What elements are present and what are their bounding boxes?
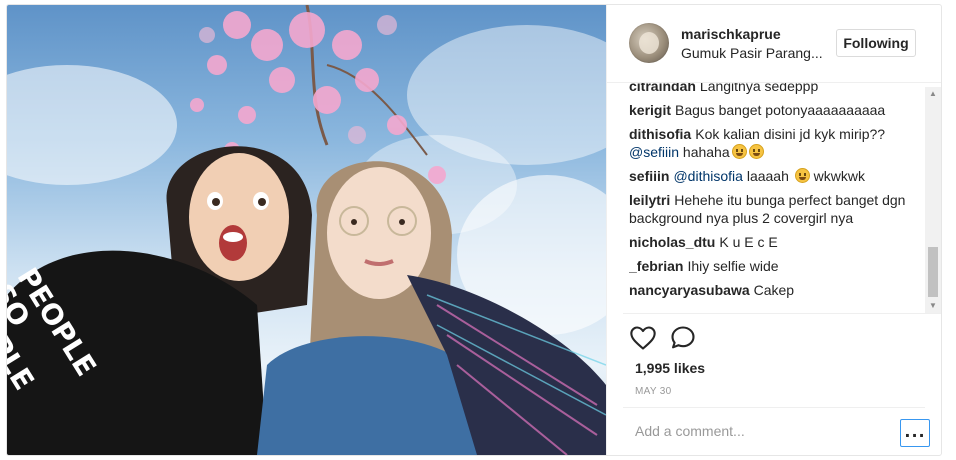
laughing-emoji-icon [794,168,810,183]
comment-item: nancyaryasubawa Cakep [629,281,925,299]
scroll-up-arrow-icon[interactable]: ▲ [925,87,941,101]
scroll-thumb[interactable] [928,247,938,297]
comment-text: Ihiy selfie wide [687,258,779,274]
comment-mention[interactable]: @sefiiin [629,144,679,160]
comment-text: laaaah [746,168,789,184]
likes-count[interactable]: 1,995 likes [635,360,705,376]
post-sidebar: marischkaprue Gumuk Pasir Parang... Foll… [606,5,941,455]
comment-item: dithisofia Kok kalian disini jd kyk mirip… [629,125,925,161]
add-comment-input[interactable] [635,420,875,442]
comment-username[interactable]: dithisofia [629,126,691,142]
comment-item: sefiiin @dithisofia laaaah wkwkwk [629,167,925,185]
post-actions: 1,995 likes MAY 30 [623,313,941,407]
comment-item: leilytri Hehehe itu bunga perfect banget … [629,191,925,227]
comment-text: Kok kalian disini jd kyk mirip?? [695,126,886,142]
post-card: PEOPLE SO APPLE BORING marischkaprue Gum… [6,4,942,456]
comment-username[interactable]: _febrian [629,258,683,274]
scroll-down-arrow-icon[interactable]: ▼ [925,299,941,313]
comment-text: Langitnya sedeppp [699,83,819,94]
comment-username[interactable]: nicholas_dtu [629,234,715,250]
comment-text: K u E c E [719,234,778,250]
laughing-emoji-icon [748,144,764,159]
comment-text: Hehehe itu bunga perfect banget dgn back… [629,192,906,226]
comments-list[interactable]: citraindah Langitnya sedeppp kerigit Bagus… [629,83,925,313]
comments-scrollbar[interactable]: ▲ ▼ [925,87,941,313]
comment-item: citraindah Langitnya sedeppp [629,83,925,95]
post-header: marischkaprue Gumuk Pasir Parang... Foll… [607,5,941,83]
selfie-illustration [7,5,606,455]
comment-mention[interactable]: @dithisofia [673,168,742,184]
laughing-emoji-icon [731,144,747,159]
more-options-button[interactable]: ... [900,419,930,447]
add-comment-bar: ... [623,407,930,455]
post-date: MAY 30 [635,386,672,397]
heart-icon[interactable] [629,324,657,352]
comment-text: Cakep [753,282,795,298]
comment-item: nicholas_dtu K u E c E [629,233,925,251]
location-link[interactable]: Gumuk Pasir Parang... [681,45,823,61]
comment-item: kerigit Bagus banget potonyaaaaaaaaaa [629,101,925,119]
post-photo[interactable]: PEOPLE SO APPLE BORING [7,5,606,455]
comment-username[interactable]: nancyaryasubawa [629,282,750,298]
more-options-icon: ... [904,422,926,441]
comment-item: _febrian Ihiy selfie wide [629,257,925,275]
comment-text: hahaha [682,144,730,160]
comment-text: wkwkwk [813,168,865,184]
comment-icon[interactable] [669,324,697,352]
comment-username[interactable]: kerigit [629,102,671,118]
comment-text: Bagus banget potonyaaaaaaaaaa [675,102,886,118]
username-link[interactable]: marischkaprue [681,26,781,42]
comment-username[interactable]: sefiiin [629,168,669,184]
following-button[interactable]: Following [836,29,916,57]
comment-username[interactable]: citraindah [629,83,696,94]
avatar[interactable] [629,23,669,63]
comment-username[interactable]: leilytri [629,192,670,208]
